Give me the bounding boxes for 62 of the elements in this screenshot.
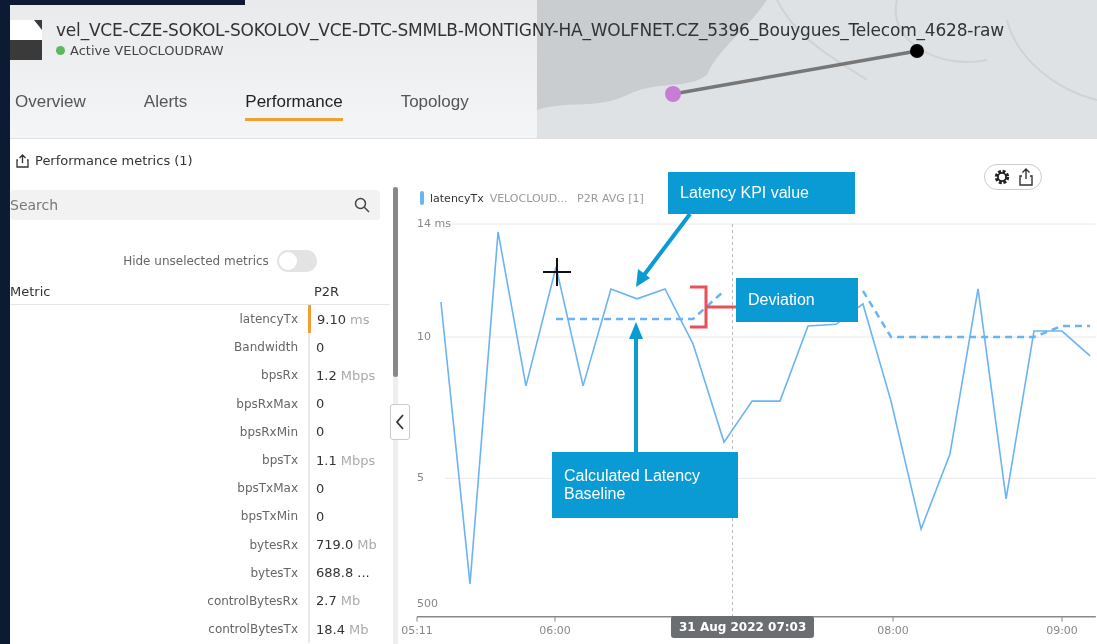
metric-value: 0 xyxy=(308,333,388,362)
metric-name[interactable]: bpsTxMax xyxy=(10,481,308,496)
metric-value: 0 xyxy=(308,389,388,418)
search-field[interactable]: Search xyxy=(10,190,380,220)
legend-metric: latencyTx xyxy=(430,191,484,205)
callout-label: Latency KPI value xyxy=(668,172,855,214)
scrollbar[interactable] xyxy=(393,187,398,377)
tab[interactable]: Topology xyxy=(400,88,469,121)
chevron-left-icon xyxy=(395,413,405,431)
metric-value: 0 xyxy=(308,417,388,446)
crosshair-icon xyxy=(542,257,572,287)
metric-name[interactable]: bpsTx xyxy=(10,453,308,468)
search-icon[interactable] xyxy=(354,197,370,213)
metric-name[interactable]: controlBytesTx xyxy=(10,622,308,637)
panel-title: Performance metrics (1) xyxy=(35,153,193,168)
column-header: P2R xyxy=(313,284,341,299)
metric-name[interactable]: bytesRx xyxy=(10,537,308,552)
toggle-switch[interactable] xyxy=(276,250,317,272)
callout-label: Deviation xyxy=(736,278,858,322)
tab[interactable]: Performance xyxy=(245,88,343,121)
window-title: vel_VCE-CZE-SOKOL-SOKOLOV_VCE-DTC-SMMLB-MONTIGNY-HA_WOLFNET.CZ_5396_Bouygues_Telecom_4628-raw xyxy=(56,20,1004,40)
column-header: Metric xyxy=(10,284,52,299)
metric-name[interactable]: bpsRxMin xyxy=(10,424,308,439)
x-axis-label: 05:11 xyxy=(401,623,433,637)
metric-value: 9.10 ms xyxy=(308,305,388,334)
logo-icon xyxy=(10,20,42,60)
callout-label: Calculated Latency Baseline xyxy=(552,452,738,518)
status-text: Active VELOCLOUDRAW xyxy=(70,43,224,58)
metric-value: 0 xyxy=(308,474,388,503)
metric-value: 688.8 ... xyxy=(308,558,388,587)
metric-value: 2.7 Mb xyxy=(308,586,388,616)
metric-name[interactable]: Bandwidth xyxy=(10,340,308,355)
tab[interactable]: Overview xyxy=(15,88,86,121)
metric-value: 1.1 Mbps xyxy=(308,445,388,475)
share-icon[interactable] xyxy=(16,153,29,168)
metric-value: 1.2 Mbps xyxy=(308,361,388,390)
metric-name[interactable]: bpsRxMax xyxy=(10,396,308,411)
toggle-label: Hide unselected metrics xyxy=(123,254,269,268)
legend-swatch xyxy=(420,191,424,205)
metric-name[interactable]: bpsRx xyxy=(10,368,308,383)
metric-name[interactable]: bytesTx xyxy=(10,565,308,580)
metric-name[interactable]: controlBytesRx xyxy=(10,593,308,608)
y-axis-label: 10 xyxy=(417,330,431,343)
metric-name[interactable]: bpsTxMin xyxy=(10,509,308,524)
legend-aggregate: P2R AVG [1] xyxy=(576,191,644,205)
metric-value: 0 xyxy=(308,502,388,531)
x-axis-label: 08:00 xyxy=(877,623,909,637)
share-icon[interactable] xyxy=(1019,168,1033,186)
legend-source: VELOCLOUD... xyxy=(489,191,568,205)
deviation-bracket xyxy=(688,285,738,329)
metric-value: 719.0 Mb xyxy=(308,530,388,559)
metric-name[interactable]: latencyTx xyxy=(10,312,308,327)
collapse-button[interactable] xyxy=(390,404,410,440)
y-axis-label: 500 xyxy=(417,596,438,610)
cursor-tooltip: 31 Aug 2022 07:03 xyxy=(671,616,815,638)
x-axis-label: 09:00 xyxy=(1046,623,1078,637)
x-axis-label: 06:00 xyxy=(539,623,571,637)
settings-icon[interactable] xyxy=(993,168,1011,186)
y-axis-label: 5 xyxy=(417,471,424,485)
metric-value: 18.4 Mb xyxy=(308,615,388,644)
tab[interactable]: Alerts xyxy=(143,88,188,121)
y-axis-label: 14 ms xyxy=(417,217,451,230)
